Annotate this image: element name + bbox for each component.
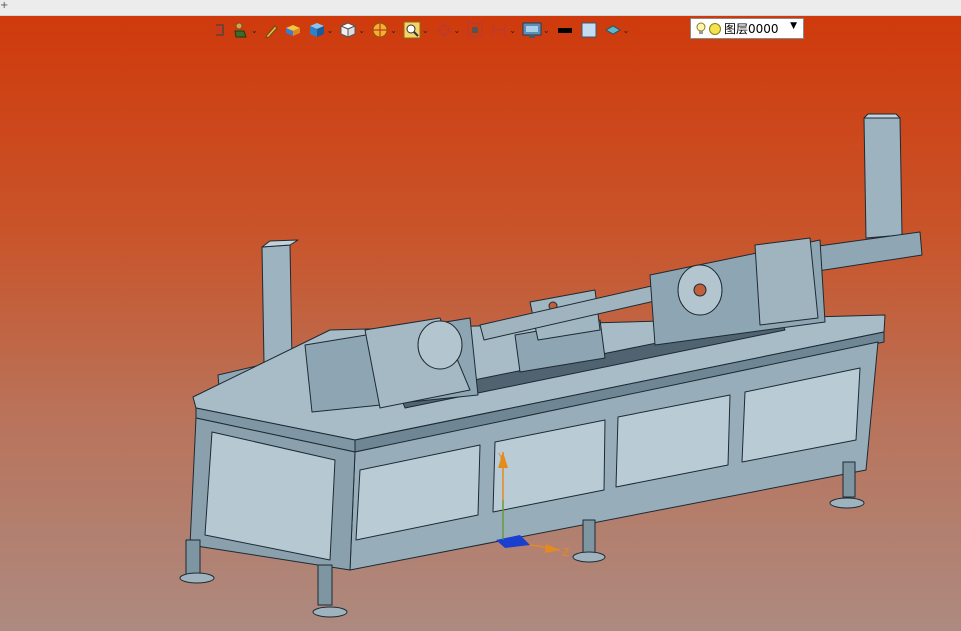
model-part <box>545 544 560 553</box>
left-spindle <box>417 320 463 370</box>
leg-4 <box>842 461 856 498</box>
model-part <box>863 113 901 119</box>
leg-2 <box>317 564 333 606</box>
foot-1 <box>179 572 215 584</box>
model-part <box>754 237 819 326</box>
foot-2 <box>312 606 348 618</box>
leg-3 <box>582 519 596 556</box>
model-part <box>261 239 299 248</box>
leg-1 <box>185 539 201 576</box>
y-axis-label: Y <box>497 452 505 463</box>
foot-4 <box>829 497 865 509</box>
z-axis-label: Z <box>562 546 570 559</box>
machine-model[interactable]: Y Z <box>0 0 961 631</box>
foot-3 <box>572 551 606 563</box>
model-part <box>693 283 707 297</box>
left-post <box>261 244 293 364</box>
right-post <box>863 117 903 239</box>
